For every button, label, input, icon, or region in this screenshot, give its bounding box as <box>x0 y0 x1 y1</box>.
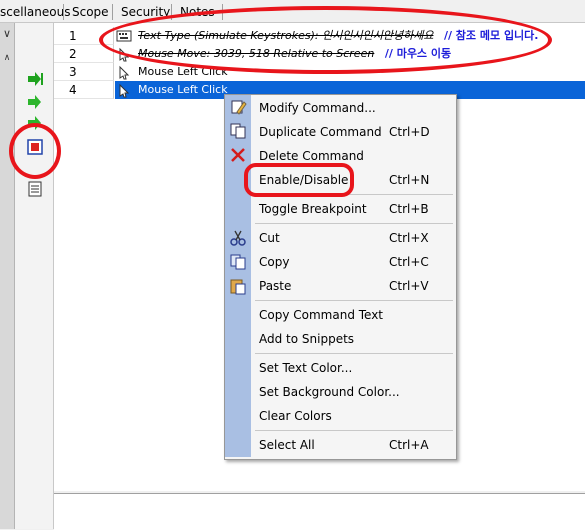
menu-item-copy-command-text[interactable]: Copy Command Text <box>259 304 383 326</box>
menu-item-select-all[interactable]: Select All <box>259 434 315 456</box>
menu-separator <box>255 223 453 224</box>
copy-icon <box>230 254 246 270</box>
shortcut-label: Ctrl+V <box>389 279 429 293</box>
menu-item-paste[interactable]: Paste <box>259 275 291 297</box>
run-step-icon[interactable] <box>26 93 44 111</box>
shortcut-label: Ctrl+X <box>389 231 429 245</box>
menu-item-add-to-snippets[interactable]: Add to Snippets <box>259 328 354 350</box>
shortcut-label: Ctrl+A <box>389 438 429 452</box>
delete-x-icon <box>231 148 245 162</box>
modify-icon <box>231 100 247 115</box>
chevron-up-icon[interactable]: ∧ <box>0 53 14 65</box>
paste-icon <box>230 279 246 295</box>
menu-separator <box>255 353 453 354</box>
scissors-icon <box>230 230 246 246</box>
left-collapsed-panel <box>0 23 15 529</box>
menu-item-modify-command[interactable]: Modify Command... <box>259 97 376 119</box>
shortcut-label: Ctrl+C <box>389 255 429 269</box>
details-pane <box>54 493 585 530</box>
menu-item-copy[interactable]: Copy <box>259 251 289 273</box>
chevron-down-icon[interactable]: ∨ <box>0 27 14 43</box>
menu-separator <box>255 430 453 431</box>
row-number: 3 <box>54 63 114 81</box>
menu-item-cut[interactable]: Cut <box>259 227 280 249</box>
menu-item-set-text-color[interactable]: Set Text Color... <box>259 357 352 379</box>
run-to-end-icon[interactable] <box>26 70 44 88</box>
shortcut-label: Ctrl+N <box>389 173 430 187</box>
menu-item-toggle-breakpoint[interactable]: Toggle Breakpoint <box>259 198 367 220</box>
annotation-box-enable-disable <box>244 163 354 197</box>
menu-item-set-background-color[interactable]: Set Background Color... <box>259 381 400 403</box>
menu-item-duplicate-command[interactable]: Duplicate Command <box>259 121 382 143</box>
row-number: 4 <box>54 81 114 99</box>
mouse-icon <box>119 83 130 98</box>
list-view-icon[interactable] <box>26 180 44 198</box>
command-text: Mouse Left Click <box>138 83 228 96</box>
duplicate-icon <box>230 123 246 139</box>
mouse-icon <box>119 65 130 80</box>
tab-divider <box>63 4 64 20</box>
menu-item-clear-colors[interactable]: Clear Colors <box>259 405 332 427</box>
tab-scope[interactable]: Scope <box>72 5 109 19</box>
annotation-circle-toolbar-icon <box>9 123 61 179</box>
tab-divider <box>112 4 113 20</box>
shortcut-label: Ctrl+D <box>389 125 430 139</box>
annotation-circle-disabled-rows <box>99 6 552 74</box>
shortcut-label: Ctrl+B <box>389 202 429 216</box>
menu-separator <box>255 300 453 301</box>
tab-miscellaneous[interactable]: scellaneous <box>0 5 70 19</box>
